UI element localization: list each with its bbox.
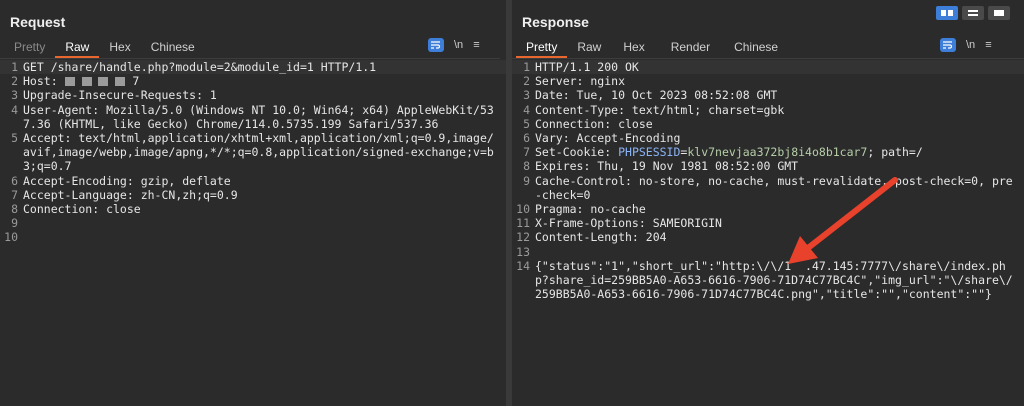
request-line: 4 User-Agent: Mozilla/5.0 (Windows NT 10.… xyxy=(11,102,494,131)
response-line: 9 Cache-Control: no-store, no-cache, must… xyxy=(523,173,1013,202)
response-line: 13 xyxy=(516,244,530,259)
res-tab-raw[interactable]: Raw xyxy=(567,40,611,58)
request-line: 3 Upgrade-Insecure-Requests: 1 xyxy=(11,88,217,103)
request-line: 10 xyxy=(4,230,18,245)
response-line: 12 Content-Length: 204 xyxy=(516,230,667,245)
request-line: 9 xyxy=(11,216,18,231)
request-tabs: Pretty Raw Hex Chinese xyxy=(4,40,205,58)
request-line: 8 Connection: close xyxy=(11,202,141,217)
request-line: 5 Accept: text/html,application/xhtml+xml… xyxy=(11,131,494,174)
response-line: 7 Set-Cookie: PHPSESSID=klv7nevjaa372bj8i… xyxy=(523,145,923,160)
response-line: 1 HTTP/1.1 200 OK xyxy=(512,60,1024,75)
response-line: 3 Date: Tue, 10 Oct 2023 08:52:08 GMT xyxy=(523,88,778,103)
req-tab-hex[interactable]: Hex xyxy=(99,40,140,58)
newline-toggle[interactable]: \n xyxy=(454,39,463,51)
request-line: 1 GET /share/handle.php?module=2&module_i… xyxy=(0,60,506,75)
menu-icon[interactable]: ≡ xyxy=(985,39,991,51)
response-line: 6 Vary: Accept-Encoding xyxy=(523,131,681,146)
layout-toggle xyxy=(936,6,1010,20)
response-title: Response xyxy=(522,14,589,30)
newline-toggle[interactable]: \n xyxy=(966,39,975,51)
req-tab-raw[interactable]: Raw xyxy=(55,40,100,58)
req-tab-pretty[interactable]: Pretty xyxy=(4,40,55,58)
request-tools: \n ≡ xyxy=(428,38,480,52)
layout-side-by-side-icon[interactable] xyxy=(936,6,958,20)
response-line: 8 Expires: Thu, 19 Nov 1981 08:52:00 GMT xyxy=(523,159,799,174)
response-editor[interactable]: 1 HTTP/1.1 200 OK 2 Server: nginx 3 Date: T… xyxy=(512,60,1024,406)
response-line: 11 X-Frame-Options: SAMEORIGIN xyxy=(516,216,722,231)
response-line: 2 Server: nginx xyxy=(523,74,626,89)
res-tab-hex[interactable]: Hex xyxy=(611,40,656,58)
response-line: 14 {"status":"1","short_url":"http:\/\/1 … xyxy=(516,258,1013,302)
response-line: 5 Connection: close xyxy=(523,116,653,131)
res-tab-pretty[interactable]: Pretty xyxy=(516,40,568,58)
menu-icon[interactable]: ≡ xyxy=(473,39,479,51)
wrap-lines-icon[interactable] xyxy=(940,38,956,52)
res-tab-chinese[interactable]: Chinese xyxy=(724,40,788,58)
response-tabs: Pretty Raw Hex Render Chinese xyxy=(516,40,788,58)
cookie-name: PHPSESSID xyxy=(618,145,681,160)
layout-stacked-icon[interactable] xyxy=(962,6,984,20)
response-line: 10 Pragma: no-cache xyxy=(516,202,646,217)
request-line: 7 Accept-Language: zh-CN,zh;q=0.9 xyxy=(11,187,238,202)
request-panel: Request Pretty Raw Hex Chinese \n ≡ 1 GET… xyxy=(0,0,506,406)
request-line: 6 Accept-Encoding: gzip, deflate xyxy=(11,173,231,188)
req-tab-chinese[interactable]: Chinese xyxy=(141,40,205,58)
request-title: Request xyxy=(10,14,66,30)
request-line: 2 Host: 7 xyxy=(11,74,140,89)
response-panel: Response Pretty Raw Hex Render Chinese \… xyxy=(512,0,1024,406)
layout-single-icon[interactable] xyxy=(988,6,1010,20)
response-line: 4 Content-Type: text/html; charset=gbk xyxy=(523,102,785,117)
response-tools: \n ≡ xyxy=(940,38,992,52)
res-tab-render[interactable]: Render xyxy=(657,40,724,58)
request-editor[interactable]: 1 GET /share/handle.php?module=2&module_i… xyxy=(0,60,506,406)
wrap-lines-icon[interactable] xyxy=(428,38,444,52)
cookie-value: klv7nevjaa372bj8i4o8b1car7 xyxy=(687,145,868,160)
